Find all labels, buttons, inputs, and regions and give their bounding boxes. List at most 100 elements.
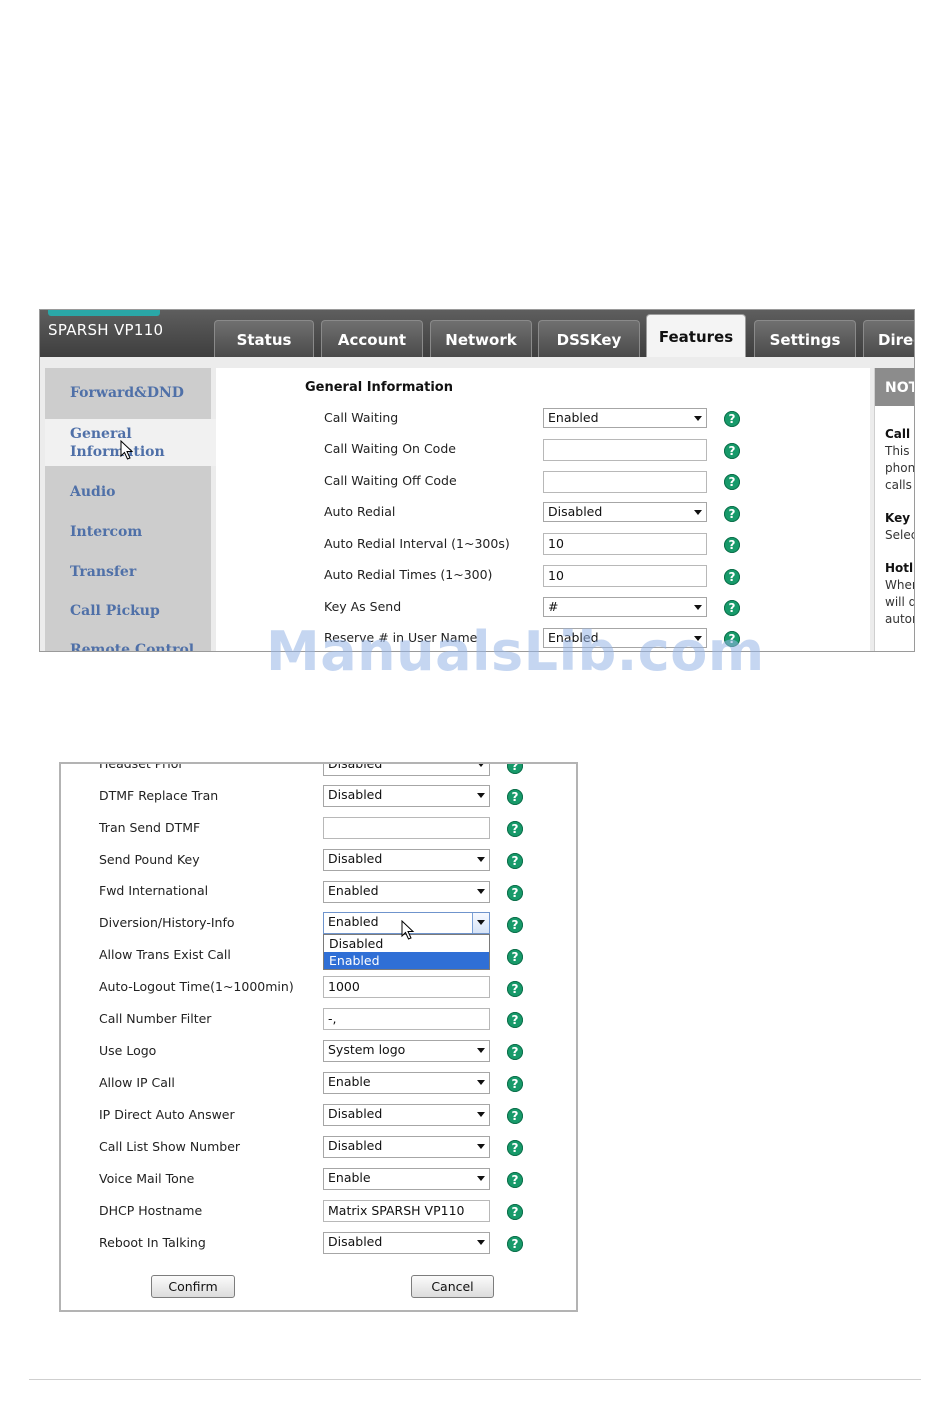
help-icon[interactable]: ? [724,411,740,427]
chevron-down-icon [477,1240,485,1245]
chevron-down-icon [694,510,702,515]
note-line: When [885,578,914,592]
help-icon[interactable]: ? [507,917,523,933]
auto-redial-times-input[interactable]: 10 [543,565,707,587]
allow-ip-call-select[interactable]: Enable [323,1072,490,1094]
cancel-button[interactable]: Cancel [411,1275,494,1298]
help-icon[interactable]: ? [507,1204,523,1220]
chevron-down-icon [477,1176,485,1181]
headset-prior-select[interactable]: Disabled [323,762,490,776]
auto-redial-interval-input[interactable]: 10 [543,533,707,555]
tab-dsskey[interactable]: DSSKey [538,320,640,357]
voice-mail-tone-select[interactable]: Enable [323,1168,490,1190]
help-icon[interactable]: ? [507,1076,523,1092]
sidebar-item-call-pickup[interactable]: Call Pickup [45,603,211,619]
brand-logo [48,310,160,316]
help-icon[interactable]: ? [507,981,523,997]
dtmf-replace-tran-select[interactable]: Disabled [323,785,490,807]
help-icon[interactable]: ? [507,821,523,837]
confirm-button[interactable]: Confirm [151,1275,235,1298]
ip-direct-auto-answer-select[interactable]: Disabled [323,1104,490,1126]
tab-directory[interactable]: Direc [863,320,914,357]
dropdown-toggle[interactable] [472,913,489,933]
tran-send-dtmf-input[interactable] [323,817,490,839]
call-waiting-off-code-input[interactable] [543,471,707,493]
tab-settings[interactable]: Settings [754,320,856,357]
note-line: Key A [885,511,914,525]
help-icon[interactable]: ? [507,1236,523,1252]
call-waiting-select[interactable]: Enabled [543,408,707,428]
row-label: Diversion/History-Info [99,915,235,930]
row-label: Call Number Filter [99,1011,212,1026]
chevron-down-icon [477,764,485,767]
settings-panel: General Information Call Waiting Enabled… [216,368,870,651]
mouse-cursor-icon [120,440,134,460]
tab-status[interactable]: Status [214,320,314,357]
row-label: Call Waiting Off Code [324,473,457,488]
sidebar-item-remote-control[interactable]: Remote Control [45,642,211,651]
row-label: DHCP Hostname [99,1203,203,1218]
send-pound-key-select[interactable]: Disabled [323,849,490,871]
row-label: Auto-Logout Time(1~1000min) [99,979,294,994]
select-value: System logo [328,1042,406,1057]
help-icon[interactable]: ? [507,1108,523,1124]
chevron-down-icon [477,793,485,798]
note-line: Call W [885,427,914,441]
sidebar-item-forward-dnd[interactable]: Forward&DND [45,385,211,401]
select-value: Disabled [328,762,383,771]
note-line: This c [885,444,914,458]
help-icon[interactable]: ? [507,1044,523,1060]
tab-features[interactable]: Features [646,314,746,357]
header-bar: SPARSH VP110 Status Account Network DSSK… [40,310,914,357]
select-value: Enable [328,1170,371,1185]
dropdown-option-enabled[interactable]: Enabled [324,952,489,969]
help-icon[interactable]: ? [507,1140,523,1156]
chevron-down-icon [477,1112,485,1117]
row-label: IP Direct Auto Answer [99,1107,235,1122]
select-value: # [548,599,559,614]
sidebar-item-intercom[interactable]: Intercom [45,524,211,540]
use-logo-select[interactable]: System logo [323,1040,490,1062]
reboot-in-talking-select[interactable]: Disabled [323,1232,490,1254]
sidebar-item-audio[interactable]: Audio [45,484,211,500]
screenshot-features-form: Headset Prior Disabled ? DTMF Replace Tr… [59,762,578,1312]
help-icon[interactable]: ? [724,600,740,616]
select-value: Enabled [328,883,379,898]
row-label: Allow Trans Exist Call [99,947,231,962]
help-icon[interactable]: ? [507,885,523,901]
help-icon[interactable]: ? [507,853,523,869]
help-icon[interactable]: ? [507,789,523,805]
chevron-down-icon [477,857,485,862]
help-icon[interactable]: ? [507,1012,523,1028]
note-header: NOT [875,368,914,406]
call-list-show-number-select[interactable]: Disabled [323,1136,490,1158]
help-icon[interactable]: ? [724,506,740,522]
call-number-filter-input[interactable]: -, [323,1008,490,1030]
note-line: phone [885,461,915,475]
help-icon[interactable]: ? [724,569,740,585]
select-value: Disabled [328,1234,383,1249]
section-title: General Information [305,380,453,395]
row-label: Call Waiting On Code [324,441,456,456]
tab-network[interactable]: Network [430,320,532,357]
call-waiting-on-code-input[interactable] [543,439,707,461]
tab-account[interactable]: Account [321,320,423,357]
dhcp-hostname-input[interactable]: Matrix SPARSH VP110 [323,1200,490,1222]
row-label: Voice Mail Tone [99,1171,195,1186]
select-value: Disabled [328,1106,383,1121]
auto-redial-select[interactable]: Disabled [543,502,707,522]
screenshot-general-information: SPARSH VP110 Status Account Network DSSK… [39,309,915,652]
help-icon[interactable]: ? [724,443,740,459]
help-icon[interactable]: ? [507,1172,523,1188]
auto-logout-time-input[interactable]: 1000 [323,976,490,998]
fwd-international-select[interactable]: Enabled [323,881,490,903]
key-as-send-select[interactable]: # [543,597,707,617]
note-line: Hotli [885,561,915,575]
help-icon[interactable]: ? [507,949,523,965]
help-icon[interactable]: ? [724,474,740,490]
row-label: Fwd International [99,883,209,898]
sidebar-item-transfer[interactable]: Transfer [45,564,211,580]
help-icon[interactable]: ? [724,537,740,553]
help-icon[interactable]: ? [507,764,523,774]
chevron-down-icon [477,889,485,894]
